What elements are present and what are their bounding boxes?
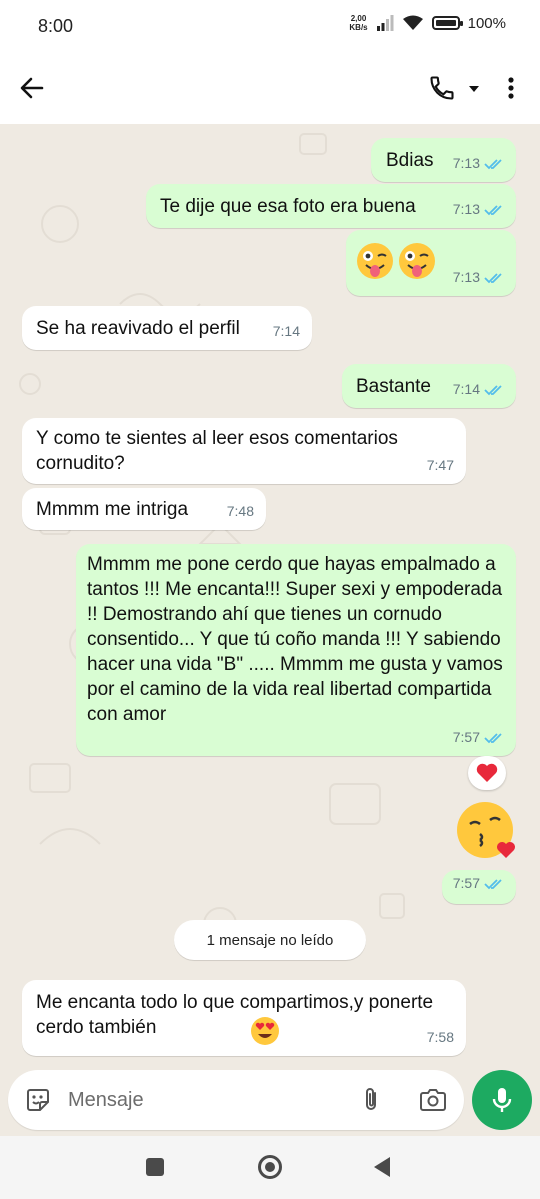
read-ticks-icon xyxy=(484,158,502,169)
winking-face-with-tongue-icon xyxy=(357,243,393,279)
caret-down-icon[interactable] xyxy=(468,84,480,94)
message-text: Bastante xyxy=(356,376,431,397)
red-heart-icon xyxy=(476,763,498,782)
net-speed-value: 2,00 xyxy=(350,14,367,23)
message-meta: 7:47 xyxy=(427,453,454,478)
back-arrow-icon[interactable] xyxy=(18,74,46,102)
message-meta: 7:48 xyxy=(227,499,254,524)
message-time: 7:14 xyxy=(272,323,300,339)
message-meta: 7:57 xyxy=(453,725,504,750)
message-text: Y como te sientes al leer esos comentari… xyxy=(36,428,398,474)
status-bar: 8:00 2,00 KB/s 100% xyxy=(0,0,540,52)
message-time: 7:13 xyxy=(452,155,480,171)
message-incoming[interactable]: Me encanta todo lo que compartimos,y pon… xyxy=(22,980,466,1056)
status-right: 2,00 KB/s 100% xyxy=(349,14,506,32)
nav-back-icon[interactable] xyxy=(374,1157,390,1177)
face-blowing-a-kiss-icon xyxy=(457,802,515,858)
message-time: 7:48 xyxy=(226,503,254,519)
message-outgoing[interactable]: 7:13 xyxy=(346,230,516,296)
net-speed-unit: KB/s xyxy=(349,23,368,32)
wifi-icon xyxy=(402,15,423,30)
message-time: 7:58 xyxy=(426,1029,454,1045)
message-incoming[interactable]: Se ha reavivado el perfil 7:14 xyxy=(22,306,312,350)
message-text: Te dije que esa foto era buena xyxy=(160,196,416,217)
message-time: 7:13 xyxy=(452,201,480,217)
message-outgoing-emoji[interactable] xyxy=(456,800,518,862)
message-outgoing[interactable]: Te dije que esa foto era buena 7:13 xyxy=(146,184,516,228)
message-text: Se ha reavivado el perfil xyxy=(36,318,240,339)
message-meta: 7:57 xyxy=(453,871,504,896)
message-meta: 7:58 xyxy=(427,1025,454,1050)
home-icon[interactable] xyxy=(258,1155,282,1179)
message-meta: 7:14 xyxy=(273,319,300,344)
message-text: Mmmm me pone cerdo que hayas empalmado a… xyxy=(87,554,503,725)
mic-icon xyxy=(492,1088,512,1112)
message-time: 7:13 xyxy=(452,269,480,285)
net-speed: 2,00 KB/s xyxy=(349,14,367,32)
system-nav-bar xyxy=(0,1136,540,1199)
mic-button[interactable] xyxy=(472,1070,532,1130)
chat-area[interactable]: Bdias 7:13 Te dije que esa foto era buen… xyxy=(0,124,540,1136)
chat-header xyxy=(0,52,540,124)
message-meta: 7:13 xyxy=(453,265,504,290)
sticker-icon[interactable] xyxy=(24,1086,52,1114)
status-time: 8:00 xyxy=(38,16,74,36)
message-incoming[interactable]: Y como te sientes al leer esos comentari… xyxy=(22,418,466,484)
message-meta: 7:13 xyxy=(453,197,504,222)
message-reaction[interactable] xyxy=(468,756,506,790)
message-composer xyxy=(8,1070,464,1130)
message-outgoing[interactable]: Mmmm me pone cerdo que hayas empalmado a… xyxy=(76,544,516,756)
battery-percent: 100% xyxy=(467,14,506,32)
message-time: 7:47 xyxy=(426,457,454,473)
message-text: Mmmm me intriga xyxy=(36,499,189,520)
read-ticks-icon xyxy=(484,878,502,889)
signal-icon xyxy=(376,15,394,31)
unread-divider: 1 mensaje no leído xyxy=(174,920,366,960)
message-time: 7:14 xyxy=(452,381,480,397)
attach-icon[interactable] xyxy=(358,1086,384,1114)
message-meta: 7:14 xyxy=(453,377,504,402)
message-meta: 7:13 xyxy=(453,151,504,176)
read-ticks-icon xyxy=(484,732,502,743)
message-text: Bdias xyxy=(386,150,434,171)
message-time: 7:57 xyxy=(452,875,480,891)
message-outgoing[interactable]: Bastante 7:14 xyxy=(342,364,516,408)
battery-icon xyxy=(431,16,463,30)
message-incoming[interactable]: Mmmm me intriga 7:48 xyxy=(22,488,266,530)
message-text: Me encanta todo lo que compartimos,y pon… xyxy=(36,992,434,1038)
message-input[interactable] xyxy=(68,1084,338,1116)
message-outgoing-meta[interactable]: 7:57 xyxy=(442,870,516,904)
more-vert-icon[interactable] xyxy=(502,74,520,102)
read-ticks-icon xyxy=(484,384,502,395)
read-ticks-icon xyxy=(484,204,502,215)
recents-icon[interactable] xyxy=(146,1158,164,1176)
camera-icon[interactable] xyxy=(418,1086,448,1114)
smiling-face-with-heart-eyes-icon xyxy=(251,1017,279,1045)
read-ticks-icon xyxy=(484,272,502,283)
message-outgoing[interactable]: Bdias 7:13 xyxy=(371,138,516,182)
phone-icon[interactable] xyxy=(428,74,456,102)
message-time: 7:57 xyxy=(452,729,480,745)
emoji-group xyxy=(356,242,436,280)
winking-face-with-tongue-icon xyxy=(399,243,435,279)
